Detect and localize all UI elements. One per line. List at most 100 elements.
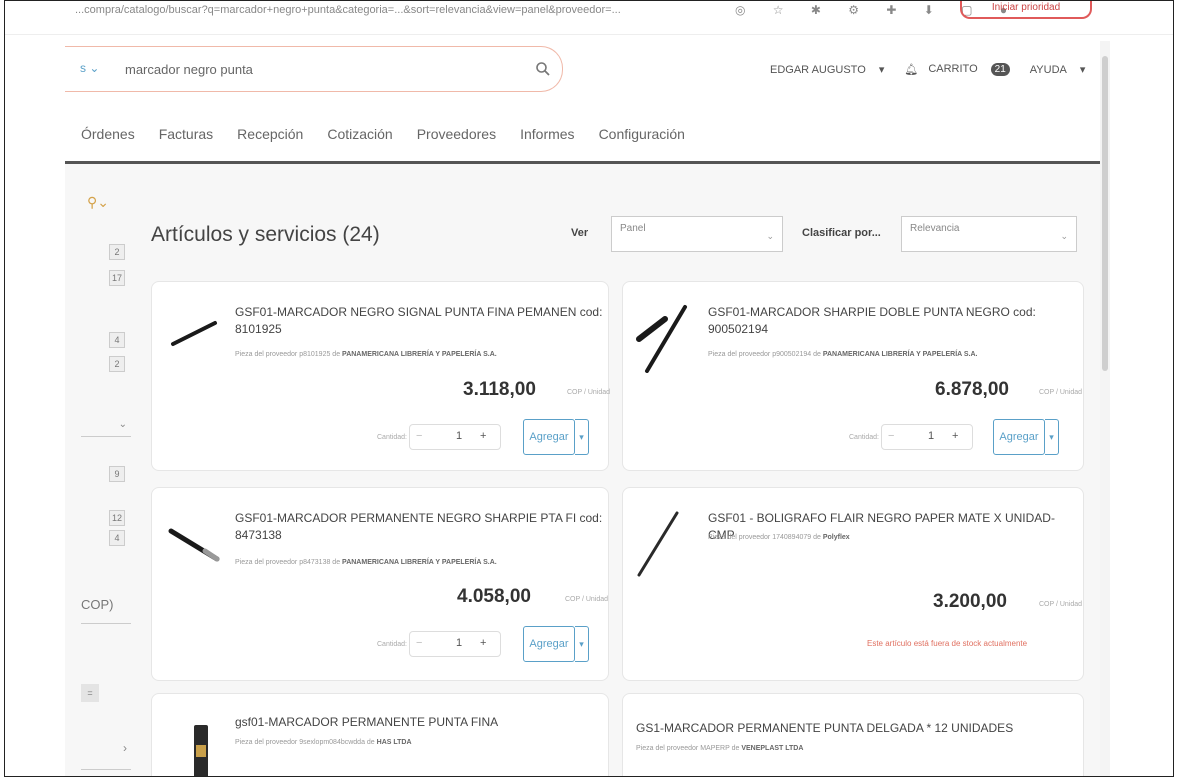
filter-count[interactable]: 2 [109, 356, 125, 372]
sort-select-value: Relevancia [910, 223, 960, 234]
product-supplier: Pieza del proveedor MAPERP de VENEPLAST … [636, 745, 803, 752]
user-name: EDGAR AUGUSTO [770, 64, 866, 76]
currency-filter-label: COP) [81, 597, 114, 612]
view-select-value: Panel [620, 223, 646, 234]
minus-button[interactable]: − [416, 430, 422, 442]
user-menu[interactable]: EDGAR AUGUSTO ▾ [770, 63, 894, 76]
filter-search-icon[interactable]: ⚲⌄ [87, 194, 109, 211]
search-scope-label: s [80, 61, 86, 75]
bell-icon[interactable]: 🔔︎ [904, 63, 918, 76]
product-title[interactable]: GSF01-MARCADOR SHARPIE DOBLE PUNTA NEGRO… [708, 304, 1078, 338]
product-price: 3.200,00 [933, 591, 1007, 612]
product-price: 6.878,00 [935, 379, 1009, 400]
supplier-prefix: Pieza del proveedor p900502194 de [708, 351, 821, 358]
product-image-marker[interactable] [635, 301, 693, 373]
product-image-marker[interactable] [191, 721, 211, 777]
chevron-down-icon: ⌄ [1060, 231, 1068, 241]
supplier-name[interactable]: Polyflex [823, 534, 850, 541]
filter-select[interactable]: ⌄ [81, 413, 131, 437]
supplier-name[interactable]: PANAMERICANA LIBRERÍA Y PAPELERÍA S.A. [342, 559, 497, 566]
tab-informes[interactable]: Informes [520, 126, 574, 142]
chevron-right-icon[interactable]: › [123, 741, 127, 755]
filter-sidebar [65, 164, 137, 776]
add-to-cart-button[interactable]: Agregar [993, 419, 1045, 455]
plus-button[interactable]: + [480, 430, 486, 442]
supplier-name[interactable]: PANAMERICANA LIBRERÍA Y PAPELERÍA S.A. [823, 351, 978, 358]
search-icon[interactable] [535, 61, 551, 77]
filter-count[interactable]: 2 [109, 244, 125, 260]
help-menu[interactable]: AYUDA ▾ [1030, 63, 1096, 76]
plus-button[interactable]: + [480, 637, 486, 649]
chevron-down-icon: ⌄ [89, 61, 100, 75]
filter-count[interactable]: 4 [109, 332, 125, 348]
chevron-down-icon: ▾ [1079, 64, 1086, 76]
supplier-name[interactable]: HAS LTDA [377, 739, 412, 746]
add-to-cart-button[interactable]: Agregar [523, 419, 575, 455]
address-bar[interactable]: ...compra/catalogo/buscar?q=marcador+neg… [75, 4, 725, 16]
user-nav: EDGAR AUGUSTO ▾ 🔔︎ CARRITO 21 AYUDA ▾ [770, 63, 1105, 76]
product-card[interactable] [151, 693, 609, 776]
quantity-value[interactable]: 1 [928, 430, 934, 442]
product-title[interactable]: GSF01-MARCADOR NEGRO SIGNAL PUNTA FINA P… [235, 304, 607, 338]
add-to-cart-button[interactable]: Agregar [523, 626, 575, 662]
cart-link[interactable]: CARRITO 21 [928, 63, 1019, 76]
add-options-chevron-icon[interactable]: ▾ [575, 626, 589, 662]
divider [81, 623, 131, 624]
supplier-prefix: Pieza del proveedor 1740894079 de [708, 534, 821, 541]
product-image-pen[interactable] [633, 507, 683, 579]
main-tabs: Órdenes Facturas Recepción Cotización Pr… [81, 126, 709, 142]
filter-chip[interactable]: = [81, 684, 99, 702]
quantity-stepper[interactable]: − 1 + [881, 424, 973, 450]
supplier-name[interactable]: VENEPLAST LTDA [741, 745, 803, 752]
price-unit: COP / Unidad [1039, 601, 1083, 608]
view-select[interactable]: Panel ⌄ [611, 216, 783, 252]
sort-select[interactable]: Relevancia ⌄ [901, 216, 1077, 252]
product-title[interactable]: GS1-MARCADOR PERMANENTE PUNTA DELGADA * … [636, 720, 1076, 737]
add-options-chevron-icon[interactable]: ▾ [575, 419, 589, 455]
filter-count[interactable]: 4 [109, 530, 125, 546]
price-unit: COP / Unidad [565, 596, 609, 603]
minus-button[interactable]: − [888, 430, 894, 442]
search-input[interactable] [125, 58, 505, 80]
plus-button[interactable]: + [952, 430, 958, 442]
browser-action-button[interactable]: Iniciar prioridad [960, 1, 1092, 19]
divider [81, 769, 131, 770]
filter-count[interactable]: 17 [109, 270, 125, 286]
quantity-value[interactable]: 1 [456, 637, 462, 649]
tab-ordenes[interactable]: Órdenes [81, 126, 135, 142]
minus-button[interactable]: − [416, 637, 422, 649]
quantity-stepper[interactable]: − 1 + [409, 424, 501, 450]
tab-configuracion[interactable]: Configuración [599, 126, 685, 142]
product-title[interactable]: gsf01-MARCADOR PERMANENTE PUNTA FINA [235, 714, 607, 731]
tab-proveedores[interactable]: Proveedores [417, 126, 496, 142]
supplier-prefix: Pieza del proveedor p8101925 de [235, 351, 341, 358]
supplier-name[interactable]: PANAMERICANA LIBRERÍA Y PAPELERÍA S.A. [342, 351, 497, 358]
out-of-stock-notice: Este artículo está fuera de stock actual… [867, 639, 1028, 648]
product-supplier: Pieza del proveedor p900502194 de PANAME… [708, 351, 978, 358]
tab-facturas[interactable]: Facturas [159, 126, 213, 142]
quantity-value[interactable]: 1 [456, 430, 462, 442]
product-supplier: Pieza del proveedor 9sexlopm084bcwdda de… [235, 739, 412, 746]
product-supplier: Pieza del proveedor p8473138 de PANAMERI… [235, 559, 497, 566]
product-image-marker[interactable] [167, 319, 219, 349]
search-scope-select[interactable]: s ⌄ [80, 61, 99, 75]
cart-count-badge: 21 [990, 63, 1010, 76]
product-price: 3.118,00 [463, 379, 536, 400]
product-title[interactable]: GSF01-MARCADOR PERMANENTE NEGRO SHARPIE … [235, 510, 607, 544]
product-supplier: Pieza del proveedor p8101925 de PANAMERI… [235, 351, 497, 358]
quantity-stepper[interactable]: − 1 + [409, 631, 501, 657]
add-options-chevron-icon[interactable]: ▾ [1045, 419, 1059, 455]
chevron-down-icon: ▾ [878, 64, 885, 76]
price-unit: COP / Unidad [567, 389, 611, 396]
sort-label: Clasificar por... [802, 227, 881, 239]
tab-recepcion[interactable]: Recepción [237, 126, 303, 142]
filter-count[interactable]: 12 [109, 510, 125, 526]
scrollbar-thumb[interactable] [1102, 56, 1108, 371]
filter-count[interactable]: 9 [109, 466, 125, 482]
product-supplier: Pieza del proveedor 1740894079 de Polyfl… [708, 534, 850, 541]
browser-toolbar: ...compra/catalogo/buscar?q=marcador+neg… [5, 1, 1173, 35]
chevron-down-icon: ⌄ [118, 419, 127, 430]
product-image-marker[interactable] [165, 525, 223, 565]
tab-cotizacion[interactable]: Cotización [327, 126, 392, 142]
help-label: AYUDA [1029, 64, 1067, 76]
